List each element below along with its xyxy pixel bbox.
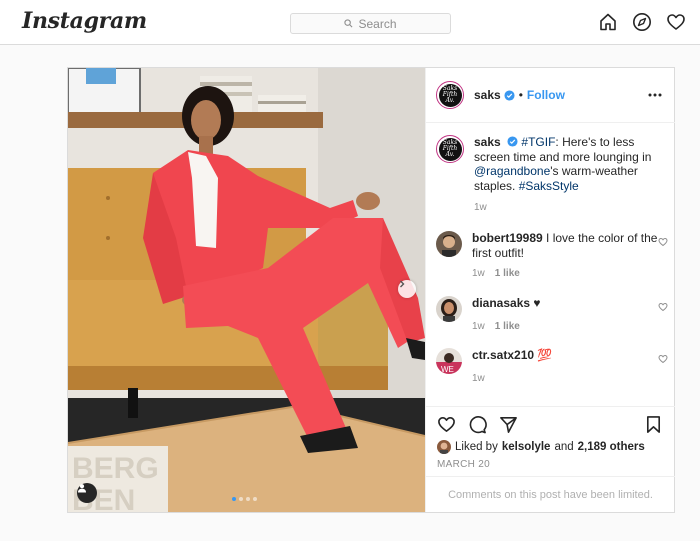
liker-avatar[interactable] <box>437 440 451 454</box>
post-side-panel: Saks Fifth Av. saks • Follow Saks Fifth Av. … <box>425 68 675 512</box>
comment-timestamp[interactable]: 1w <box>472 373 485 384</box>
chevron-right-icon <box>400 280 405 288</box>
table-book-text: BERG <box>72 452 159 485</box>
caption-avatar[interactable]: Saks Fifth Av. <box>436 135 464 163</box>
top-nav-bar: Instagram Search <box>0 0 700 45</box>
commenter-avatar[interactable] <box>436 231 462 257</box>
follow-button[interactable]: Follow <box>527 88 565 102</box>
search-icon <box>344 19 353 28</box>
home-icon[interactable] <box>598 12 618 32</box>
comment-item: WE ctr.satx210 💯 1w <box>436 348 668 386</box>
comment-timestamp[interactable]: 1w <box>472 268 485 279</box>
post-author-username[interactable]: saks <box>474 88 501 102</box>
commenter-avatar[interactable] <box>436 296 462 322</box>
verified-badge-icon <box>504 89 515 101</box>
saks-logo: Saks Fifth Av. <box>438 137 462 161</box>
liked-by-user-link[interactable]: kelsolyle <box>502 441 551 453</box>
instagram-logo[interactable]: Instagram <box>22 8 147 34</box>
post-caption: Saks Fifth Av. saks #TGIF: Here's to less … <box>436 135 668 213</box>
mention-link[interactable]: @ragandbone <box>474 164 550 178</box>
svg-text:WE: WE <box>441 365 454 374</box>
explore-compass-icon[interactable] <box>632 12 652 32</box>
comments-limited-notice: Comments on this post have been limited. <box>426 476 675 512</box>
carousel-next-button[interactable] <box>398 280 416 298</box>
likes-count-link[interactable]: 2,189 others <box>578 441 645 453</box>
more-options-icon[interactable] <box>647 87 663 103</box>
comment-likes[interactable]: 1 like <box>495 268 520 279</box>
hashtag-link[interactable]: #SaksStyle <box>519 179 579 193</box>
comment-item: dianasaks ♥ 1w 1 like <box>436 296 668 334</box>
post-date[interactable]: MARCH 20 <box>437 459 490 470</box>
carousel-dot <box>239 497 243 501</box>
like-heart-icon[interactable] <box>437 415 456 434</box>
like-comment-heart-icon[interactable] <box>658 237 668 247</box>
saks-avatar[interactable]: Saks Fifth Av. <box>436 81 464 109</box>
tagged-users-button[interactable] <box>77 483 97 503</box>
liked-by-and: and <box>554 441 574 453</box>
hashtag-link[interactable]: #TGIF <box>521 135 555 149</box>
comment-text: 💯 <box>537 348 553 362</box>
post-card: BERG BEN Saks Fifth Av. saks • Follow Sa… <box>67 67 675 513</box>
share-send-icon[interactable] <box>499 415 518 434</box>
comment-text: ♥ <box>533 296 541 310</box>
comment-timestamp[interactable]: 1w <box>472 321 485 332</box>
comment-username[interactable]: bobert19989 <box>472 231 543 245</box>
photo-illustration: BERG BEN <box>68 68 425 512</box>
caption-text: : Here's to less screen time and more lo… <box>474 135 652 164</box>
carousel-dots <box>232 497 257 501</box>
like-comment-heart-icon[interactable] <box>658 354 668 364</box>
comment-bubble-icon[interactable] <box>468 415 487 434</box>
save-bookmark-icon[interactable] <box>644 415 663 434</box>
search-placeholder: Search <box>358 16 397 31</box>
comment-username[interactable]: ctr.satx210 <box>472 348 534 362</box>
saks-logo: Saks Fifth Av. <box>438 83 462 107</box>
caption-username[interactable]: saks <box>474 135 501 149</box>
post-header: Saks Fifth Av. saks • Follow <box>426 68 675 123</box>
commenter-avatar[interactable]: WE <box>436 348 462 374</box>
verified-badge-icon <box>507 136 518 147</box>
post-actions: Liked by kelsolyle and 2,189 others MARC… <box>426 406 675 476</box>
search-input[interactable]: Search <box>290 13 451 34</box>
comment-item: bobert19989 I love the color of the firs… <box>436 231 668 282</box>
like-comment-heart-icon[interactable] <box>658 302 668 312</box>
comment-username[interactable]: dianasaks <box>472 296 530 310</box>
liked-by-prefix: Liked by <box>455 441 498 453</box>
carousel-dot <box>246 497 250 501</box>
dot-separator: • <box>518 88 523 102</box>
caption-timestamp[interactable]: 1w <box>474 202 668 213</box>
activity-heart-icon[interactable] <box>666 12 686 32</box>
liked-by-line: Liked by kelsolyle and 2,189 others <box>437 440 645 454</box>
user-icon <box>78 484 86 493</box>
post-photo[interactable]: BERG BEN <box>68 68 425 512</box>
carousel-dot <box>232 497 236 501</box>
comment-likes[interactable]: 1 like <box>495 321 520 332</box>
carousel-dot <box>253 497 257 501</box>
